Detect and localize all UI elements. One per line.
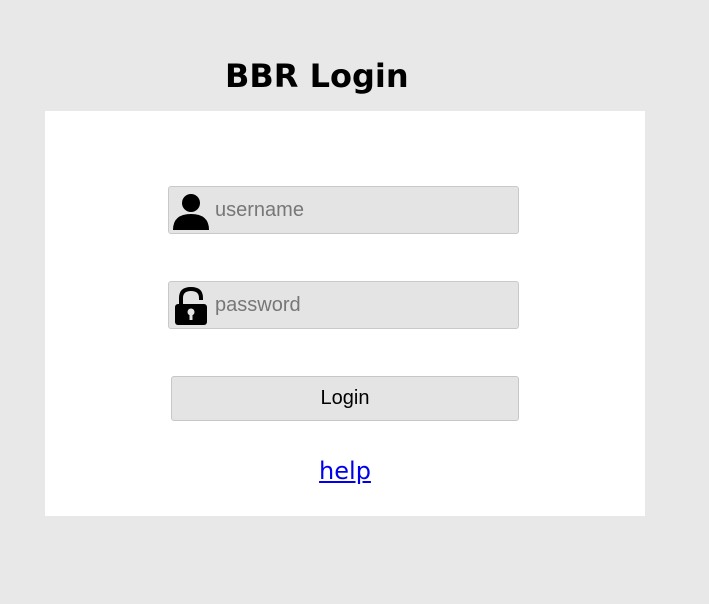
username-input[interactable] xyxy=(215,187,510,233)
login-page: BBR Login Login help xyxy=(0,0,709,604)
login-button[interactable]: Login xyxy=(171,376,519,421)
username-field[interactable] xyxy=(168,186,519,234)
user-icon xyxy=(172,192,210,230)
password-field[interactable] xyxy=(168,281,519,329)
password-input[interactable] xyxy=(215,282,510,328)
page-title: BBR Login xyxy=(225,57,409,95)
login-panel: Login help xyxy=(45,111,645,516)
lock-icon xyxy=(172,286,210,325)
help-link[interactable]: help xyxy=(45,457,645,485)
